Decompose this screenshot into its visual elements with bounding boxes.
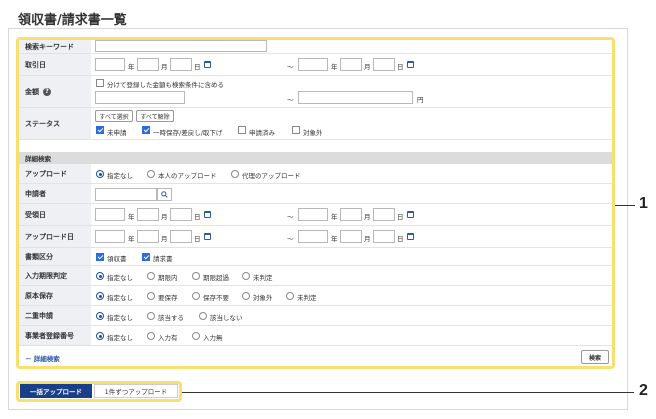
- highlight-box-search-form: [16, 37, 615, 369]
- callout-line: [182, 392, 634, 393]
- page-title: 領収書/請求書一覧: [18, 13, 127, 28]
- callout-line: [615, 205, 635, 206]
- highlight-box-upload-tabs: [16, 381, 182, 402]
- callout-number: 2: [639, 382, 648, 399]
- callout-number: 1: [639, 195, 648, 212]
